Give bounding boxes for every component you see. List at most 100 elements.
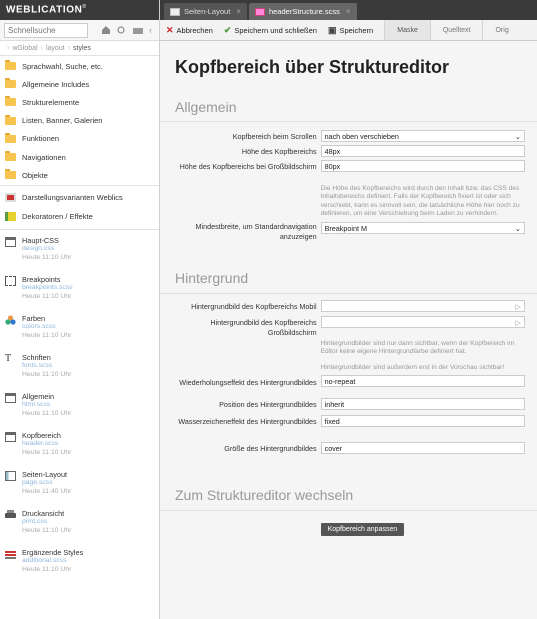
save-button[interactable]: ▣ Speichern (328, 25, 373, 36)
size-row: Größe des Hintergrundbildes cover (175, 442, 525, 458)
page-layout-icon (5, 471, 16, 482)
style-file-item[interactable]: Ergänzende Styles additional.scss Heute 11… (0, 545, 159, 584)
bg-large-row: Hintergrundbild des Kopfbereichs Großbil… (175, 316, 525, 338)
tab-label: Seiten-Layout (184, 7, 231, 16)
save-close-button[interactable]: ✔ Speichern und schließen (224, 25, 317, 36)
bg-large-input[interactable]: ▷ (320, 316, 525, 329)
cancel-button[interactable]: ✕ Abbrechen (166, 25, 213, 36)
folder-label: Sprachwahl, Suche, etc. (22, 61, 103, 71)
bg-hint-row: Hintergrundbilder sind nur dann sichtbar… (175, 340, 525, 372)
field-label: Wiederholungseffekt des Hintergrundbilde… (179, 378, 317, 388)
section-title: Hintergrund (175, 270, 249, 287)
decorators-item[interactable]: Dekoratoren / Effekte (0, 207, 159, 226)
folder-icon (5, 96, 16, 107)
min-width-select[interactable]: Breakpoint M ⌄ (320, 222, 525, 235)
form-content: Kopfbereich über Strukturedit­or Allgeme… (160, 56, 537, 537)
position-input[interactable]: inherit (320, 398, 525, 411)
size-input[interactable]: cover (320, 442, 525, 455)
style-title: Ergänzende Styles (22, 548, 84, 558)
height-row: Höhe des Kopfbereichs 48px (175, 145, 525, 160)
tab-source[interactable]: Quelltext (429, 20, 483, 40)
style-file: design.css (22, 245, 55, 253)
breadcrumb-current[interactable]: styles (73, 45, 91, 52)
section-title: Allgemein (175, 99, 237, 115)
section-background: Hintergrund Hintergrundbild des Kopfbere… (160, 269, 537, 458)
style-file: header.scss (22, 440, 59, 448)
editor-button-row: Kopfbereich anpassen (175, 523, 525, 537)
style-file-item[interactable]: Breakpoints breakpoints.scss Heute 11:10 U… (0, 272, 159, 311)
style-date: Heute 11:10 Uhr (22, 292, 72, 300)
save-close-label: Speichern und schließen (234, 25, 317, 35)
folder-item[interactable]: Sprachwahl, Suche, etc. (0, 57, 159, 75)
folder-icon[interactable] (133, 25, 143, 35)
style-file-item[interactable]: Seiten-Layout page.scss Heute 11:40 Uhr (0, 467, 159, 506)
folder-item[interactable]: Allgemeine Includes (0, 75, 159, 93)
folder-item[interactable]: Objekte (0, 166, 159, 184)
variants-label: Darstellungsvarianten Weblics (22, 193, 123, 203)
style-date: Heute 11:10 Uhr (22, 331, 72, 339)
chevron-down-icon: ⌄ (514, 224, 521, 234)
style-file-item[interactable]: Kopfbereich header.scss Heute 11:10 Uhr (0, 428, 159, 467)
browse-icon[interactable]: ▷ (515, 318, 521, 327)
field-label: Höhe des Kopfbereichs (241, 147, 317, 156)
folder-item[interactable]: Listen, Banner, Galerien (0, 112, 159, 130)
style-file: fonts.scss (22, 362, 53, 370)
folder-label: Strukturelemente (22, 97, 80, 107)
height-input[interactable]: 48px (320, 145, 525, 157)
style-file-item[interactable]: Allgemein html.scss Heute 11:10 Uhr (0, 389, 159, 428)
style-file: html.scss (22, 401, 51, 409)
home-icon[interactable] (101, 25, 111, 35)
tab-bar: Seiten-Layout × headerStructure.scss × (160, 0, 537, 20)
style-date: Heute 11:10 Uhr (22, 370, 72, 378)
scroll-select[interactable]: nach oben verschieben ⌄ (320, 130, 525, 142)
bg-mobile-input[interactable]: ▷ (320, 300, 525, 313)
style-file-item[interactable]: Farben colors.scss Heute 11:10 Uhr (0, 311, 159, 350)
folder-item[interactable]: Strukturelemente (0, 93, 159, 111)
breadcrumb-item[interactable]: wGlobal (12, 45, 37, 52)
breadcrumb-separator: › (7, 44, 10, 52)
style-file-item[interactable]: Druckansicht print.css Heute 11:10 Uhr (0, 506, 159, 545)
style-title: Haupt-CSS (22, 236, 59, 246)
position-row: Position des Hintergrundbildes inherit (175, 398, 525, 415)
style-file-item[interactable]: Haupt-CSS design.css Heute 11:10 Uhr (0, 233, 159, 272)
printer-icon (5, 510, 16, 520)
browse-icon[interactable]: ▷ (515, 302, 521, 311)
page-tab-icon (170, 7, 180, 16)
tab-original[interactable]: Orig (482, 20, 520, 40)
tab-mask[interactable]: Maske (384, 20, 430, 40)
folder-item[interactable]: Funktionen (0, 130, 159, 148)
attach-input[interactable]: fixed (320, 415, 525, 428)
breakpoints-icon (5, 276, 16, 287)
height-large-input[interactable]: 80px (320, 160, 525, 172)
tab-seiten-layout[interactable]: Seiten-Layout × (164, 3, 247, 20)
variants-item[interactable]: Darstellungsvarianten Weblics (0, 188, 159, 207)
style-file: print.css (22, 518, 48, 526)
style-date: Heute 11:10 Uhr (22, 448, 72, 456)
tab-label: headerStructure.scss (268, 7, 340, 16)
style-title: Allgemein (22, 392, 55, 402)
tab-header-structure[interactable]: headerStructure.scss × (248, 3, 357, 20)
style-title: Seiten-Layout (22, 470, 68, 480)
settings-tree-icon[interactable] (117, 25, 127, 35)
folder-label: Listen, Banner, Galerien (22, 116, 103, 126)
breadcrumb-item[interactable]: layout (46, 45, 65, 52)
field-label: Höhe des Kopfbereichs bei Großbildschirm (179, 162, 317, 171)
folder-list: Sprachwahl, Suche, etc. Allgemeine Inclu… (0, 56, 159, 187)
search-input[interactable] (4, 22, 88, 38)
logo: Weblication® (0, 0, 159, 20)
field-label: Mindestbreite, um Standardnavigation anz… (195, 222, 317, 242)
section-title: Zum Strukturedit­or wechseln (175, 487, 354, 504)
collapse-left-icon[interactable]: ‹ (149, 25, 155, 35)
folder-icon (5, 114, 16, 125)
style-file-item[interactable]: T Schriften fonts.scss Heute 11:10 Uhr (0, 350, 159, 389)
decorators-icon (5, 211, 16, 221)
repeat-input[interactable]: no-repeat (320, 375, 525, 388)
save-label: Speichern (339, 25, 374, 35)
section-divider (160, 293, 537, 295)
close-icon[interactable]: × (236, 7, 241, 16)
customize-header-button[interactable]: Kopfbereich anpassen (320, 523, 405, 537)
style-file: breakpoints.scss (22, 284, 73, 292)
style-date: Heute 11:10 Uhr (22, 565, 72, 573)
folder-item[interactable]: Navigationen (0, 148, 159, 166)
close-icon[interactable]: × (346, 7, 351, 16)
